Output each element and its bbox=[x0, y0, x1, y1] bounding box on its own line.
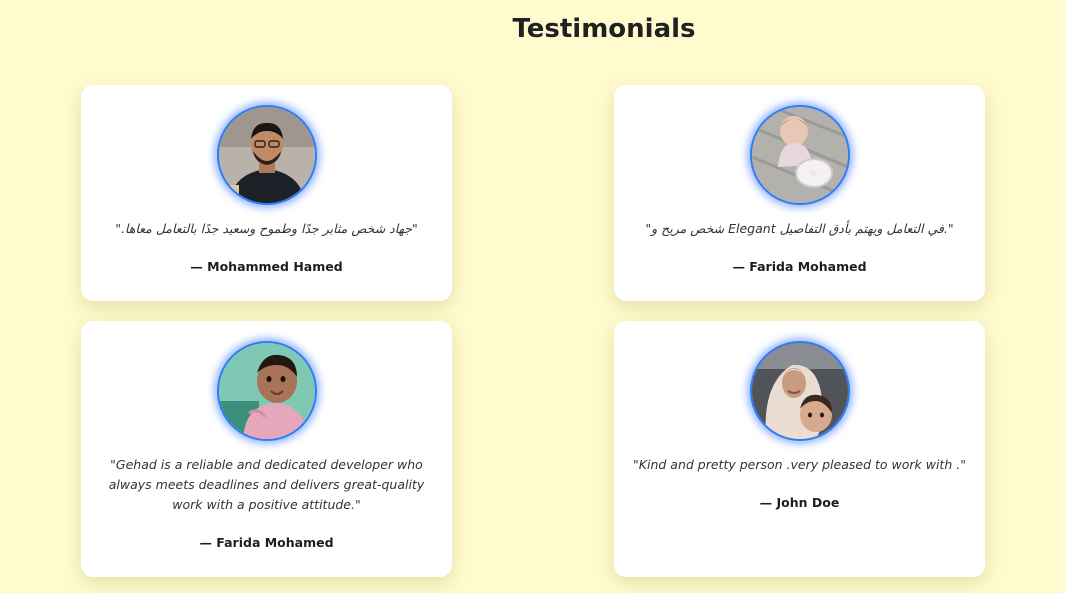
testimonial-card: ♡ ".في التعامل ويهتم بأدق التفاصيل Elega… bbox=[614, 85, 985, 301]
svg-text:♡: ♡ bbox=[810, 170, 816, 178]
man-with-glasses-photo bbox=[218, 107, 315, 203]
testimonial-card: "جهاد شخص مثابر جدًا وطموح وسعيد جدًا با… bbox=[81, 85, 452, 301]
section-title: Testimonials bbox=[512, 14, 696, 44]
testimonial-author: — John Doe bbox=[759, 495, 840, 510]
testimonials-page: Testimonials "جهاد شخص مثابر جدًا وطموح … bbox=[0, 0, 1065, 593]
testimonial-card: "Kind and pretty person .very pleased to… bbox=[614, 321, 985, 577]
testimonial-author: — Farida Mohamed bbox=[732, 259, 867, 274]
testimonial-quote: "Gehad is a reliable and dedicated devel… bbox=[108, 457, 425, 512]
woman-and-child-selfie-photo bbox=[751, 343, 848, 439]
avatar: ♡ bbox=[749, 105, 850, 205]
baby-with-balloon-photo: ♡ bbox=[751, 107, 848, 203]
avatar bbox=[749, 341, 850, 441]
avatar bbox=[216, 341, 317, 441]
testimonial-quote: ".في التعامل ويهتم بأدق التفاصيل Elegant… bbox=[645, 221, 954, 236]
testimonial-author: — Farida Mohamed bbox=[199, 535, 334, 550]
testimonial-author: — Mohammed Hamed bbox=[190, 259, 343, 274]
testimonial-quote: "جهاد شخص مثابر جدًا وطموح وسعيد جدًا با… bbox=[115, 221, 418, 236]
avatar bbox=[216, 105, 317, 205]
toddler-pink-outfit-photo bbox=[218, 343, 315, 439]
testimonial-card: "Gehad is a reliable and dedicated devel… bbox=[81, 321, 452, 577]
testimonial-quote: "Kind and pretty person .very pleased to… bbox=[633, 457, 966, 472]
